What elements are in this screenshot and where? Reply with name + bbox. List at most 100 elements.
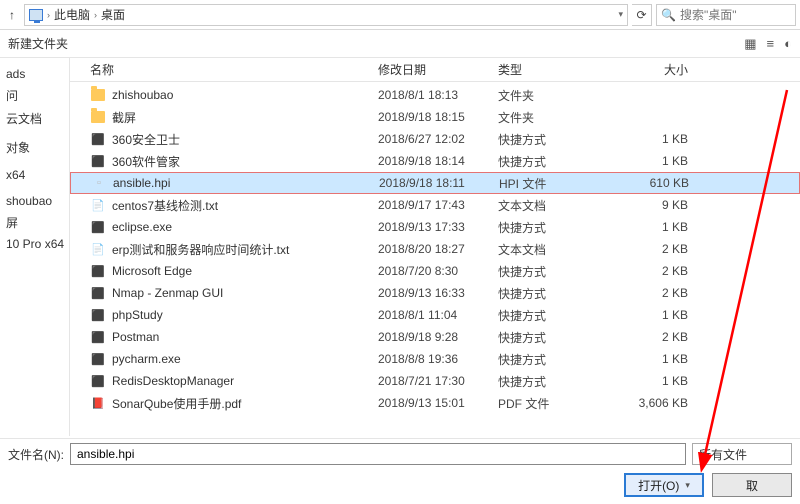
file-name: ansible.hpi	[113, 176, 379, 190]
main-area: ads问云文档对象 x64 shoubao屏 10 Pro x64 名称 修改日期 …	[0, 58, 800, 436]
sidebar-item[interactable]: 屏	[4, 211, 65, 234]
file-date: 2018/7/21 17:30	[378, 374, 498, 388]
file-date: 2018/7/20 8:30	[378, 264, 498, 278]
table-row[interactable]: ⬛Postman2018/9/18 9:28快捷方式2 KB	[70, 326, 800, 348]
col-name[interactable]: 名称	[90, 61, 378, 78]
refresh-button[interactable]: ⟳	[632, 4, 652, 26]
file-type: 快捷方式	[498, 373, 608, 390]
pdf-icon: 📕	[90, 395, 106, 411]
file-date: 2018/8/20 18:27	[378, 242, 498, 256]
file-type: 文件夹	[498, 109, 608, 126]
sidebar-item[interactable]: ads	[4, 64, 65, 84]
table-row[interactable]: ⬛360安全卫士2018/6/27 12:02快捷方式1 KB	[70, 128, 800, 150]
new-folder-button[interactable]: 新建文件夹	[8, 35, 68, 52]
search-icon: 🔍	[661, 8, 676, 22]
file-type: 文本文档	[498, 241, 608, 258]
chevron-right-icon: ›	[94, 10, 97, 20]
help-icon[interactable]: ◐	[784, 36, 792, 51]
sidebar-item[interactable]: 云文档	[4, 107, 65, 130]
open-button-label: 打开(O)	[638, 477, 679, 494]
file-size: 1 KB	[608, 220, 718, 234]
table-row[interactable]: 截屏2018/9/18 18:15文件夹	[70, 106, 800, 128]
table-row[interactable]: ⬛ RedisDesktopManager2018/7/21 17:30快捷方式1…	[70, 370, 800, 392]
file-name: centos7基线检测.txt	[112, 197, 378, 214]
path-box[interactable]: › 此电脑 › 桌面 ▾	[24, 4, 628, 26]
file-size: 1 KB	[608, 374, 718, 388]
cancel-button[interactable]: 取	[712, 473, 792, 497]
table-row[interactable]: zhishoubao2018/8/1 18:13文件夹	[70, 84, 800, 106]
file-type: 快捷方式	[498, 131, 608, 148]
app-icon: ⬛	[90, 373, 106, 389]
table-row[interactable]: 📄erp测试和服务器响应时间统计.txt2018/8/20 18:27文本文档2…	[70, 238, 800, 260]
file-list: 名称 修改日期 类型 大小 zhishoubao2018/8/1 18:13文件…	[70, 58, 800, 436]
filename-label: 文件名(N):	[8, 446, 64, 463]
file-size: 2 KB	[608, 286, 718, 300]
file-size: 1 KB	[608, 132, 718, 146]
file-type: PDF 文件	[498, 395, 608, 412]
search-placeholder: 搜索"桌面"	[680, 6, 737, 23]
app-icon: ⬛	[90, 153, 106, 169]
filter-label: 所有文件	[699, 446, 747, 463]
col-date[interactable]: 修改日期	[378, 61, 498, 78]
table-row[interactable]: ▫ansible.hpi2018/9/18 18:11HPI 文件610 KB	[70, 172, 800, 194]
file-date: 2018/6/27 12:02	[378, 132, 498, 146]
file-date: 2018/8/1 18:13	[378, 88, 498, 102]
up-icon[interactable]: ↑	[4, 7, 20, 23]
view-list-icon[interactable]: ≡	[767, 36, 775, 51]
file-type: 快捷方式	[498, 351, 608, 368]
sidebar-item[interactable]: x64	[4, 165, 65, 185]
folder-icon	[90, 109, 106, 125]
col-size[interactable]: 大小	[608, 61, 718, 78]
hpi-icon: ▫	[91, 175, 107, 191]
file-type: 快捷方式	[498, 329, 608, 346]
folder-icon	[90, 87, 106, 103]
table-row[interactable]: ⬛Microsoft Edge2018/7/20 8:30快捷方式2 KB	[70, 260, 800, 282]
chevron-down-icon[interactable]: ▾	[618, 9, 623, 20]
view-thumb-icon[interactable]: ▦	[744, 36, 756, 52]
file-name: Nmap - Zenmap GUI	[112, 286, 378, 300]
file-type: 文本文档	[498, 197, 608, 214]
table-row[interactable]: 📄centos7基线检测.txt2018/9/17 17:43文本文档9 KB	[70, 194, 800, 216]
txt-icon: 📄	[90, 197, 106, 213]
table-row[interactable]: 📕SonarQube使用手册.pdf2018/9/13 15:01PDF 文件3…	[70, 392, 800, 414]
file-size: 9 KB	[608, 198, 718, 212]
chevron-down-icon: ▾	[685, 480, 690, 491]
file-size: 2 KB	[608, 330, 718, 344]
col-type[interactable]: 类型	[498, 61, 608, 78]
file-name: SonarQube使用手册.pdf	[112, 395, 378, 412]
table-row[interactable]: ⬛Nmap - Zenmap GUI2018/9/13 16:33快捷方式2 K…	[70, 282, 800, 304]
chevron-right-icon: ›	[47, 10, 50, 20]
search-input[interactable]: 🔍 搜索"桌面"	[656, 4, 796, 26]
table-row[interactable]: ⬛eclipse.exe2018/9/13 17:33快捷方式1 KB	[70, 216, 800, 238]
column-headers: 名称 修改日期 类型 大小	[70, 58, 800, 82]
app-icon: ⬛	[90, 219, 106, 235]
sidebar-item[interactable]: 问	[4, 84, 65, 107]
file-date: 2018/8/8 19:36	[378, 352, 498, 366]
sidebar-item[interactable]: shoubao	[4, 191, 65, 211]
toolbar: 新建文件夹 ▦ ≡ ◐	[0, 30, 800, 58]
open-button[interactable]: 打开(O) ▾	[624, 473, 704, 497]
file-name: 360软件管家	[112, 153, 378, 170]
table-row[interactable]: ⬛phpStudy2018/8/1 11:04快捷方式1 KB	[70, 304, 800, 326]
file-date: 2018/9/13 16:33	[378, 286, 498, 300]
address-bar: ↑ › 此电脑 › 桌面 ▾ ⟳ 🔍 搜索"桌面"	[0, 0, 800, 30]
app-icon: ⬛	[90, 307, 106, 323]
table-row[interactable]: ⬛360软件管家2018/9/18 18:14快捷方式1 KB	[70, 150, 800, 172]
file-size: 2 KB	[608, 242, 718, 256]
file-date: 2018/8/1 11:04	[378, 308, 498, 322]
txt-icon: 📄	[90, 241, 106, 257]
file-name: eclipse.exe	[112, 220, 378, 234]
filetype-filter[interactable]: 所有文件	[692, 443, 792, 465]
file-date: 2018/9/18 18:15	[378, 110, 498, 124]
filename-input[interactable]	[70, 443, 686, 465]
file-size: 2 KB	[608, 264, 718, 278]
sidebar-item[interactable]: 对象	[4, 136, 65, 159]
app-icon: ⬛	[90, 351, 106, 367]
file-size: 1 KB	[608, 154, 718, 168]
sidebar-item[interactable]: 10 Pro x64	[4, 234, 65, 254]
file-name: 360安全卫士	[112, 131, 378, 148]
file-name: RedisDesktopManager	[112, 374, 378, 388]
file-type: HPI 文件	[499, 175, 609, 192]
table-row[interactable]: ⬛pycharm.exe2018/8/8 19:36快捷方式1 KB	[70, 348, 800, 370]
file-name: phpStudy	[112, 308, 378, 322]
